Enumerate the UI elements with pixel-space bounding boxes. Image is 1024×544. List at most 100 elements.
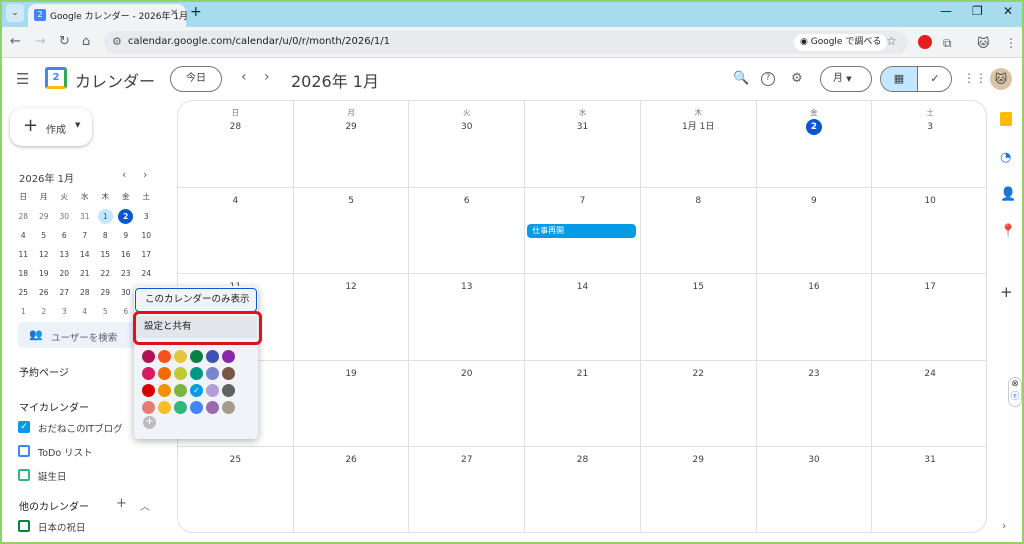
color-swatch[interactable] [142, 367, 155, 380]
day-number[interactable]: 27 [459, 452, 475, 468]
today-button[interactable]: 今日 [170, 66, 222, 92]
day-number[interactable]: 13 [459, 279, 475, 295]
mini-day[interactable]: 27 [54, 283, 75, 302]
day-number[interactable]: 29 [343, 119, 359, 135]
add-custom-color-icon[interactable]: + [143, 416, 156, 429]
day-number[interactable]: 22 [690, 366, 706, 382]
day-cell[interactable]: 20 [409, 360, 526, 448]
next-month-icon[interactable]: › [264, 69, 270, 85]
day-cell[interactable]: 金2 [756, 101, 873, 188]
previous-month-icon[interactable]: ‹ [241, 69, 247, 85]
collapse-chevron-icon[interactable]: ︿ [140, 498, 150, 513]
mini-day[interactable]: 7 [75, 226, 96, 245]
mini-day[interactable]: 5 [34, 226, 55, 245]
day-number[interactable]: 9 [806, 193, 822, 209]
day-cell[interactable]: 13 [409, 274, 526, 361]
day-number[interactable]: 24 [922, 366, 938, 382]
color-swatch[interactable] [158, 384, 171, 397]
day-cell[interactable]: 27 [409, 447, 526, 532]
browser-menu-icon[interactable]: ⋮ [1005, 36, 1017, 50]
calendar-checkbox[interactable]: ✓ [18, 421, 30, 433]
day-number[interactable]: 14 [574, 279, 590, 295]
day-number[interactable]: 31 [922, 452, 938, 468]
day-number[interactable]: 10 [922, 193, 938, 209]
day-number[interactable]: 26 [343, 452, 359, 468]
day-cell[interactable]: 日 28 [178, 101, 294, 188]
calendar-checkbox[interactable] [18, 520, 30, 532]
calendar-checkbox[interactable] [18, 469, 30, 481]
day-cell[interactable]: 火 30 [409, 101, 526, 188]
color-swatch[interactable] [174, 384, 187, 397]
color-swatch[interactable] [142, 384, 155, 397]
color-swatch[interactable] [206, 401, 219, 414]
color-swatch[interactable] [142, 350, 155, 363]
day-cell[interactable]: 31 [872, 447, 986, 532]
day-cell[interactable]: 9 [756, 187, 873, 275]
day-cell[interactable]: 22 [640, 360, 757, 448]
day-number[interactable]: 16 [806, 279, 822, 295]
day-number[interactable]: 5 [343, 193, 359, 209]
day-number[interactable]: 30 [459, 119, 475, 135]
color-swatch[interactable] [158, 401, 171, 414]
maps-icon[interactable]: 📍 [1000, 224, 1016, 239]
mini-day[interactable]: 2 [116, 207, 137, 226]
day-number[interactable]: 7 [574, 193, 590, 209]
booking-pages-heading[interactable]: 予約ページ [19, 364, 69, 379]
color-swatch[interactable] [174, 350, 187, 363]
day-number[interactable]: 23 [806, 366, 822, 382]
mini-day[interactable]: 14 [75, 245, 96, 264]
get-addons-icon[interactable]: + [1000, 283, 1013, 301]
mini-day[interactable]: 15 [95, 245, 116, 264]
day-number[interactable]: 6 [459, 193, 475, 209]
color-swatch[interactable] [206, 367, 219, 380]
day-number[interactable]: 12 [343, 279, 359, 295]
mini-day[interactable]: 2 [34, 302, 55, 321]
side-widget[interactable]: ⊗ ⓔ [1008, 377, 1022, 407]
day-cell[interactable]: 水 31 [525, 101, 641, 188]
forward-icon[interactable]: → [35, 34, 46, 49]
color-swatch[interactable] [190, 367, 203, 380]
close-window-icon[interactable]: ✕ [1003, 4, 1013, 18]
day-cell[interactable]: 8 [640, 187, 757, 275]
mini-day[interactable]: 23 [116, 264, 137, 283]
day-cell[interactable]: 15 [640, 274, 757, 361]
mini-day[interactable]: 9 [116, 226, 137, 245]
address-bar[interactable]: ⚙ calendar.google.com/calendar/u/0/r/mon… [104, 31, 908, 54]
color-swatch[interactable] [142, 401, 155, 414]
day-cell[interactable]: 4 [178, 187, 294, 275]
day-cell[interactable]: 土3 [872, 101, 986, 188]
calendar-view-icon[interactable]: ▦ [881, 67, 917, 91]
calendar-checkbox[interactable] [18, 445, 30, 457]
reload-icon[interactable]: ↻ [59, 34, 70, 49]
day-number[interactable]: 2 [805, 119, 822, 135]
search-icon[interactable]: 🔍 [733, 71, 749, 86]
mini-day[interactable]: 31 [75, 207, 96, 226]
day-cell[interactable]: 28 [525, 447, 641, 532]
close-widget-icon[interactable]: ⊗ [1009, 378, 1021, 391]
day-cell[interactable]: 25 [178, 447, 294, 532]
mini-day[interactable]: 18 [13, 264, 34, 283]
extension-widget-icon[interactable]: ⓔ [1009, 391, 1021, 404]
color-swatch[interactable] [174, 401, 187, 414]
mini-day[interactable]: 25 [13, 283, 34, 302]
color-swatch[interactable] [206, 350, 219, 363]
display-this-only-item[interactable]: このカレンダーのみ表示 [135, 288, 257, 312]
create-button[interactable]: + 作成 ▼ [10, 108, 92, 146]
day-cell[interactable]: 6 [409, 187, 526, 275]
day-cell[interactable]: 24 [872, 361, 986, 448]
day-number[interactable]: 30 [806, 452, 822, 468]
mini-day[interactable]: 30 [54, 207, 75, 226]
tab-search-icon[interactable]: ⌄ [6, 4, 24, 22]
color-swatch[interactable] [190, 350, 203, 363]
day-cell[interactable]: 17 [872, 274, 986, 361]
tasks-icon[interactable]: ◔ [1000, 150, 1011, 165]
mini-day[interactable]: 5 [95, 302, 116, 321]
add-other-calendar-icon[interactable]: + [116, 496, 127, 511]
minimize-icon[interactable]: — [940, 4, 952, 18]
mini-day[interactable]: 12 [34, 245, 55, 264]
contacts-icon[interactable]: 👤 [1000, 187, 1016, 202]
day-cell[interactable]: 16 [756, 274, 873, 361]
day-number[interactable]: 8 [690, 193, 706, 209]
other-calendars-heading[interactable]: 他のカレンダー [19, 498, 89, 513]
day-number[interactable]: 28 [227, 119, 243, 135]
